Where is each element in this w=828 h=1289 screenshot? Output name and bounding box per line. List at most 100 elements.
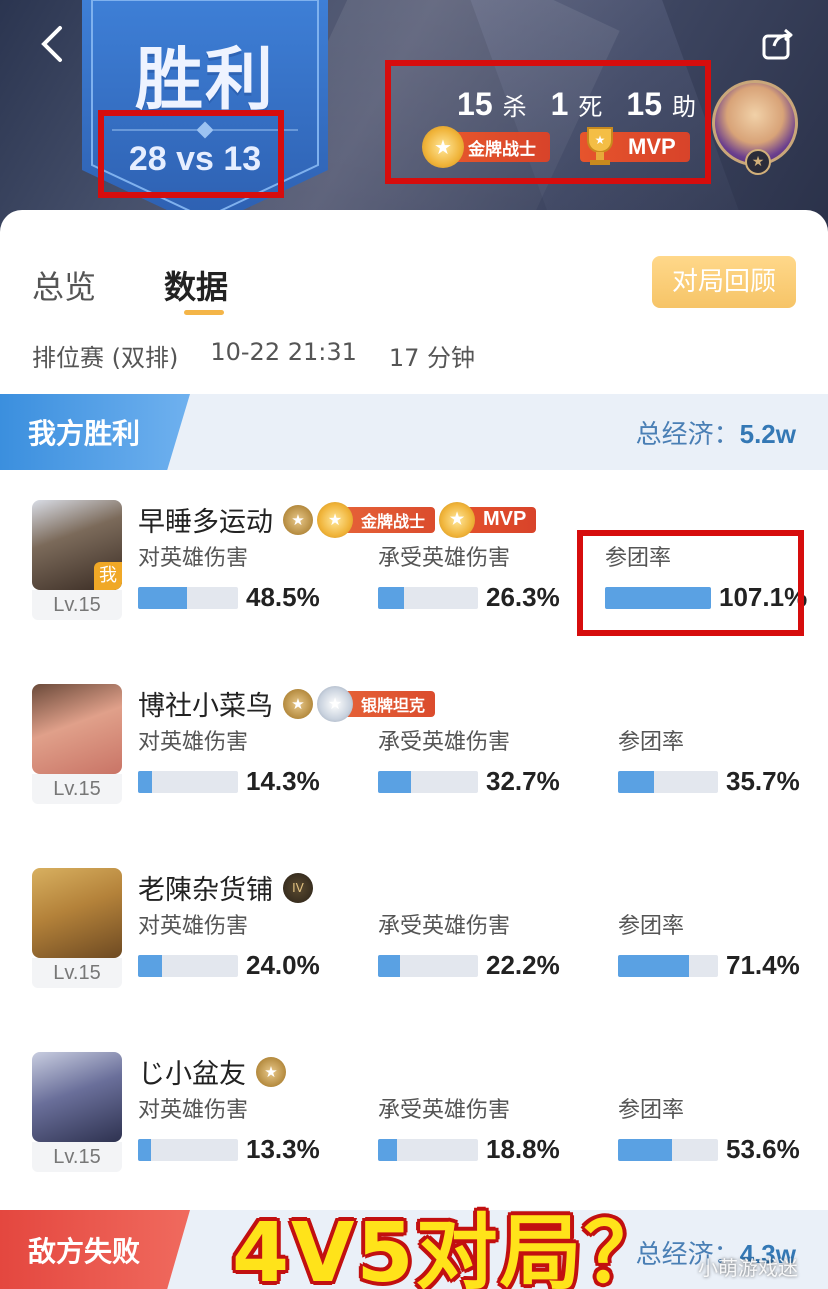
- overlay-caption: 4V5对局？: [232, 1206, 668, 1289]
- rank-icon: ★: [745, 149, 771, 175]
- stat-label: 对英雄伤害: [138, 730, 249, 755]
- stat-value: 18.8%: [486, 1134, 560, 1164]
- result-header: 胜利 28 vs 13 15 杀 1死 15 助 ★ 金牌战士 ★ MVP ★: [0, 0, 828, 240]
- stat-value: 22.2%: [486, 950, 560, 980]
- player-name: じ小盆友: [138, 1059, 246, 1090]
- watermark: 小萌游戏迷: [698, 1256, 798, 1280]
- player-row[interactable]: Lv.15 博社小菜鸟 ★ ★ 银牌坦克 对英雄伤害 14.3% 承受英雄伤害 32.7% 参团率…: [0, 674, 828, 858]
- stat-value: 13.3%: [246, 1134, 320, 1164]
- hero-avatar: [32, 868, 122, 958]
- player-name-row: 早睡多运动 ★ ★ 金牌战士 ★ MVP: [138, 500, 537, 539]
- stat-bar: [378, 586, 478, 609]
- rank-icon: IV: [283, 872, 313, 903]
- rank-icon: ★: [256, 1056, 286, 1087]
- match-mode: 排位赛 (双排): [32, 344, 179, 372]
- stat-bar-fill: [138, 586, 187, 609]
- stat-participation: 参团率 71.4%: [618, 908, 828, 981]
- stat-bar-fill: [138, 770, 153, 793]
- stat-value: 35.7%: [726, 766, 800, 796]
- my-team-label: 我方胜利: [0, 394, 190, 470]
- stat-bar-fill: [378, 1138, 397, 1161]
- stat-bar-fill: [378, 770, 411, 793]
- stat-bar: [618, 770, 718, 793]
- medal-icon: ★: [317, 501, 353, 538]
- stat-value: 53.6%: [726, 1134, 800, 1164]
- stat-participation: 参团率 53.6%: [618, 1092, 828, 1165]
- stat-bar-fill: [138, 954, 162, 977]
- player-avatar[interactable]: ★: [712, 80, 798, 175]
- stat-label: 对英雄伤害: [138, 1098, 249, 1123]
- badge-label: MVP: [483, 508, 527, 530]
- hero-avatar: [32, 1052, 122, 1142]
- back-arrow-icon: [41, 26, 62, 62]
- player-level: Lv.15: [32, 774, 122, 804]
- stat-bar-fill: [618, 770, 654, 793]
- stat-bar: [138, 1138, 238, 1161]
- mvp-badge: ★ MVP: [439, 501, 537, 538]
- stat-damage-taken: 承受英雄伤害 22.2%: [378, 908, 588, 981]
- player-name-row: じ小盆友 ★: [138, 1052, 286, 1091]
- stat-value: 24.0%: [246, 950, 320, 980]
- player-name: 早睡多运动: [138, 507, 273, 538]
- gold-badge: ★ 金牌战士: [317, 501, 436, 538]
- player-name: 博社小菜鸟: [138, 691, 273, 722]
- stat-label: 承受英雄伤害: [378, 1098, 511, 1123]
- stat-bar-fill: [378, 586, 405, 609]
- match-duration: 17 分钟: [388, 344, 476, 372]
- enemy-team-label: 敌方失败: [0, 1210, 190, 1289]
- match-info: 排位赛 (双排) 10-22 21:31 17 分钟: [32, 338, 475, 373]
- my-team-economy: 总经济：5.2w: [636, 414, 796, 451]
- stat-damage-taken: 承受英雄伤害 18.8%: [378, 1092, 588, 1165]
- stat-bar: [378, 770, 478, 793]
- tab-bar: 总览 数据: [32, 262, 228, 315]
- stat-bar: [378, 954, 478, 977]
- stat-damage-taken: 承受英雄伤害 32.7%: [378, 724, 588, 797]
- stat-participation: 参团率 35.7%: [618, 724, 828, 797]
- stat-value: 48.5%: [246, 582, 320, 612]
- stat-label: 对英雄伤害: [138, 546, 249, 571]
- stat-bar-fill: [618, 1138, 672, 1161]
- stat-label: 承受英雄伤害: [378, 730, 511, 755]
- economy-value: 5.2w: [739, 419, 796, 449]
- badge-label: 银牌坦克: [361, 695, 426, 715]
- hero-avatar: [32, 684, 122, 774]
- share-icon: [762, 28, 793, 60]
- stat-damage-dealt: 对英雄伤害 48.5%: [138, 540, 348, 613]
- stat-label: 参团率: [618, 730, 685, 755]
- stat-bar-fill: [378, 954, 401, 977]
- stat-damage-dealt: 对英雄伤害 13.3%: [138, 1092, 348, 1165]
- back-button[interactable]: [32, 22, 72, 66]
- tab-data[interactable]: 数据: [164, 262, 228, 315]
- player-row[interactable]: Lv.15 老陳杂货铺 IV 对英雄伤害 24.0% 承受英雄伤害 22.2% 参团率 71.4…: [0, 858, 828, 1042]
- player-name: 老陳杂货铺: [138, 875, 273, 906]
- player-level: Lv.15: [32, 590, 122, 620]
- player-level: Lv.15: [32, 958, 122, 988]
- highlight-box-kda: [385, 60, 711, 184]
- stat-damage-taken: 承受英雄伤害 26.3%: [378, 540, 588, 613]
- stat-bar-fill: [618, 954, 690, 977]
- stat-bar: [138, 586, 238, 609]
- stat-value: 32.7%: [486, 766, 560, 796]
- highlight-box-participation: [577, 530, 804, 636]
- stat-label: 承受英雄伤害: [378, 546, 511, 571]
- badge-label: 金牌战士: [361, 511, 426, 531]
- result-title: 胜利: [134, 41, 275, 120]
- player-level: Lv.15: [32, 1142, 122, 1172]
- share-button[interactable]: [756, 22, 800, 66]
- stat-bar: [618, 954, 718, 977]
- stat-label: 参团率: [618, 1098, 685, 1123]
- stat-value: 26.3%: [486, 582, 560, 612]
- medal-icon: ★: [317, 685, 353, 722]
- economy-label: 总经济：: [635, 420, 740, 450]
- stat-label: 对英雄伤害: [138, 914, 249, 939]
- player-name-row: 博社小菜鸟 ★ ★ 银牌坦克: [138, 684, 436, 723]
- stat-bar: [378, 1138, 478, 1161]
- stat-damage-dealt: 对英雄伤害 24.0%: [138, 908, 348, 981]
- stat-label: 参团率: [618, 914, 685, 939]
- tab-overview[interactable]: 总览: [32, 262, 96, 308]
- stat-value: 71.4%: [726, 950, 800, 980]
- match-review-button[interactable]: 对局回顾: [652, 256, 796, 308]
- stat-bar-fill: [138, 1138, 152, 1161]
- rank-icon: ★: [283, 688, 313, 719]
- stat-bar: [618, 1138, 718, 1161]
